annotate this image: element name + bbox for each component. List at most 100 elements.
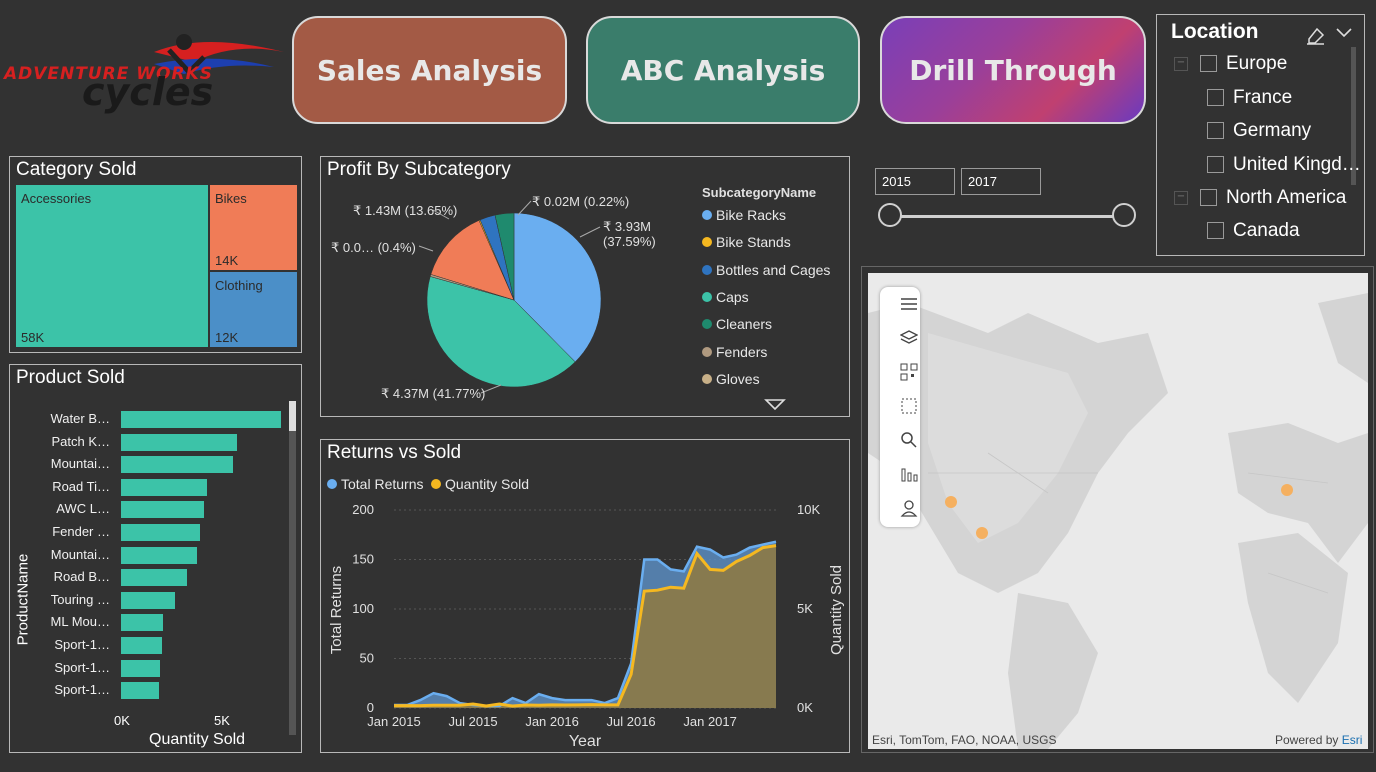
returns-chart: 0 50 100 150 200 0K 5K 10K Jan 2015 Jul 2015 Jan 2… [328, 502, 845, 750]
map-toolbar [880, 287, 920, 527]
year-slider-track[interactable] [890, 215, 1126, 218]
product-bar[interactable] [121, 524, 200, 541]
category-sold-title: Category Sold [16, 159, 137, 180]
product-bar[interactable] [121, 591, 175, 609]
product-bar[interactable] [121, 478, 207, 496]
year-from-input[interactable]: 2015 [875, 168, 955, 195]
x-tick: Jan 2016 [525, 714, 579, 729]
year-slider-handle-end[interactable] [1112, 203, 1136, 227]
y-tick-right: 5K [797, 601, 813, 616]
legend-item[interactable]: Bike Racks [702, 207, 786, 223]
product-bar[interactable] [121, 456, 233, 474]
product-bar[interactable] [121, 614, 163, 632]
legend-item[interactable]: Gloves [702, 371, 760, 387]
bar-label: Water B… [50, 411, 110, 426]
location-item-united-kingdom[interactable]: United Kingd… [1233, 154, 1361, 176]
search-icon[interactable] [894, 425, 924, 455]
treemap-cell-clothing[interactable]: Clothing 12K [209, 271, 298, 348]
checkbox-north-america[interactable] [1200, 189, 1217, 206]
map-powered-by: Powered by Esri [1275, 733, 1362, 747]
product-bar[interactable] [121, 682, 159, 700]
x-tick: Jan 2017 [683, 714, 737, 729]
product-bar[interactable] [121, 501, 204, 519]
pie-leader-line [517, 200, 532, 216]
x-axis-label: Year [569, 733, 602, 750]
drill-through-button[interactable]: Drill Through [880, 16, 1146, 124]
bar-label: Sport-1… [54, 637, 110, 652]
sales-analysis-button[interactable]: Sales Analysis [292, 16, 567, 124]
treemap-cell-accessories[interactable]: Accessories 58K [15, 184, 209, 348]
legend-dot [702, 319, 712, 330]
scrollbar[interactable] [289, 401, 296, 735]
treemap-cell-bikes[interactable]: Bikes 14K [209, 184, 298, 271]
year-to-input[interactable]: 2017 [961, 168, 1041, 195]
checkbox-france[interactable] [1207, 89, 1224, 106]
bar-label: Fender … [52, 524, 110, 539]
legend-label: Cleaners [716, 316, 773, 333]
checkbox-europe[interactable] [1200, 55, 1217, 72]
legend-item[interactable]: Cleaners [702, 316, 772, 332]
product-bar[interactable] [121, 569, 187, 587]
checkbox-canada[interactable] [1207, 222, 1224, 239]
legend-label: Caps [716, 288, 749, 305]
collapse-icon[interactable]: − [1174, 191, 1188, 205]
location-item-north-america[interactable]: North America [1226, 187, 1346, 209]
legend-scroll-down-icon[interactable] [764, 397, 786, 416]
legend-dot [702, 237, 712, 248]
pie-label: ₹ 0.02M (0.22%) [532, 194, 630, 209]
profit-pie [418, 200, 602, 394]
y-tick-right: 0K [797, 700, 813, 715]
location-item-france[interactable]: France [1233, 87, 1292, 109]
world-map[interactable] [868, 273, 1368, 749]
treemap-label: Accessories [21, 191, 92, 206]
legend-dot [702, 291, 712, 302]
checkbox-united-kingdom[interactable] [1207, 156, 1224, 173]
collapse-icon[interactable]: − [1174, 57, 1188, 71]
legend-item[interactable]: Caps [702, 289, 749, 305]
eraser-icon[interactable] [1305, 25, 1325, 49]
x-tick: Jan 2015 [367, 714, 421, 729]
bar-label: Touring … [50, 591, 110, 607]
location-title: Location [1171, 20, 1259, 43]
bar-chart-icon[interactable] [894, 459, 924, 489]
user-icon[interactable] [894, 493, 924, 523]
select-area-icon[interactable] [894, 391, 924, 421]
esri-link[interactable]: Esri [1342, 733, 1363, 747]
product-bar[interactable] [121, 546, 197, 564]
logo: ADVENTURE WORKS cycles [4, 22, 288, 122]
pie-leader-line [579, 226, 601, 238]
x-tick: 0K [114, 713, 130, 728]
map-attribution: Esri, TomTom, FAO, NOAA, USGS [872, 733, 1057, 747]
legend-item[interactable]: Fenders [702, 344, 767, 360]
product-bar[interactable] [121, 637, 162, 654]
legend-item[interactable]: Bike Stands [702, 234, 791, 250]
qr-code-icon[interactable] [894, 357, 924, 387]
location-slicer: Location − Europe France Germany United … [1156, 14, 1365, 256]
treemap-value: 58K [21, 330, 45, 345]
product-bar[interactable] [121, 433, 237, 451]
layers-icon[interactable] [894, 323, 924, 353]
location-item-germany[interactable]: Germany [1233, 120, 1311, 142]
product-bar[interactable] [121, 659, 160, 677]
legend-item[interactable]: Bottles and Cages [702, 262, 830, 278]
product-sold-title: Product Sold [16, 367, 125, 388]
pie-leader-line [418, 245, 434, 252]
year-slider-handle-start[interactable] [878, 203, 902, 227]
category-sold-panel: Category Sold Accessories 58K Bikes 14K … [9, 156, 302, 353]
pie-label: (37.59%) [603, 234, 656, 249]
abc-analysis-button[interactable]: ABC Analysis [586, 16, 860, 124]
y-tick-left: 100 [352, 601, 374, 616]
scrollbar-thumb[interactable] [289, 401, 296, 431]
legend-dot [702, 373, 712, 384]
treemap-label: Clothing [215, 278, 263, 293]
chevron-down-icon[interactable] [1335, 25, 1353, 44]
product-xlabel: Quantity Sold [149, 731, 246, 748]
checkbox-germany[interactable] [1207, 122, 1224, 139]
treemap-value: 12K [215, 330, 239, 345]
location-item-europe[interactable]: Europe [1226, 53, 1287, 75]
menu-icon[interactable] [894, 289, 924, 319]
location-item-canada[interactable]: Canada [1233, 220, 1300, 242]
legend-label: Gloves [716, 370, 760, 387]
product-bar[interactable] [121, 411, 281, 428]
pie-label: ₹ 4.37M (41.77%) [381, 386, 486, 401]
